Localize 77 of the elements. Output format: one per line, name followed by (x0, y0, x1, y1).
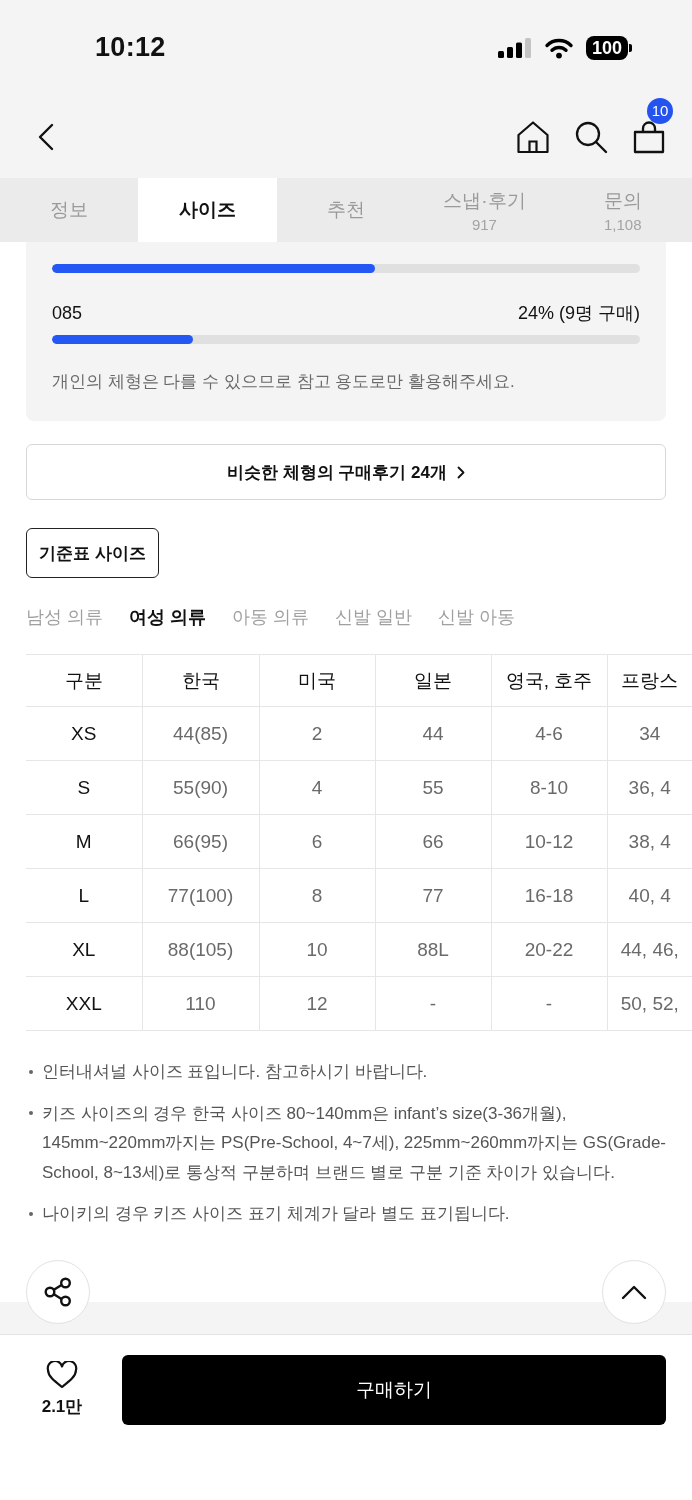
section-tab[interactable]: 추천 (276, 178, 416, 242)
cart-count-badge: 10 (647, 97, 673, 124)
column-header: 미국 (259, 654, 375, 707)
table-cell: 44 (375, 706, 491, 761)
like-button[interactable]: 2.1만 (26, 1355, 98, 1418)
size-row-header: S (26, 760, 142, 815)
purchase-share: 24% (9명 구매) (517, 302, 640, 325)
chevron-up-icon (621, 1284, 647, 1300)
table-cell: 12 (259, 976, 375, 1031)
table-cell: 20-22 (491, 922, 607, 977)
table-cell: 6 (259, 814, 375, 869)
category-tab[interactable]: 신발 아동 (438, 605, 516, 629)
table-cell: 77 (375, 868, 491, 923)
column-header: 일본 (375, 654, 491, 707)
column-header: 프랑스 (607, 654, 692, 707)
home-icon[interactable] (516, 119, 550, 154)
size-chart-button[interactable]: 기준표 사이즈 (26, 528, 159, 578)
chevron-right-icon (457, 465, 466, 479)
column-header: 구분 (26, 654, 142, 707)
size-row-header: XL (26, 922, 142, 977)
table-cell: 110 (142, 976, 259, 1031)
table-cell: 8 (259, 868, 375, 923)
table-cell: 36, 4 (607, 760, 692, 815)
table-cell: - (375, 976, 491, 1031)
column-header: 영국, 호주 (491, 654, 607, 707)
table-cell: 66 (375, 814, 491, 869)
table-cell: 88(105) (142, 922, 259, 977)
table-cell: 66(95) (142, 814, 259, 869)
note-text: 나이키의 경우 키즈 사이즈 표기 체계가 달라 별도 표기됩니다. (42, 1203, 510, 1225)
table-cell: 16-18 (491, 868, 607, 923)
similar-reviews-button[interactable]: 비슷한 체형의 구매후기 24개 (26, 444, 666, 500)
table-cell: 88L (375, 922, 491, 977)
size-row-header: XS (26, 706, 142, 761)
table-cell: 4-6 (491, 706, 607, 761)
section-tab[interactable]: 사이즈 (138, 178, 277, 242)
table-cell: 34 (607, 706, 692, 761)
table-cell: 44(85) (142, 706, 259, 761)
table-cell: 55 (375, 760, 491, 815)
table-cell: 4 (259, 760, 375, 815)
note-text: 인터내셔널 사이즈 표입니다. 참고하시기 바랍니다. (42, 1061, 428, 1083)
table-cell: 77(100) (142, 868, 259, 923)
section-tab[interactable]: 정보 (0, 178, 139, 242)
table-cell: 50, 52, (607, 976, 692, 1031)
table-cell: 10 (259, 922, 375, 977)
table-cell: 44, 46, (607, 922, 692, 977)
section-tab[interactable]: 문의 1,108 (553, 178, 692, 242)
category-tab[interactable]: 여성 의류 (129, 605, 207, 629)
bullet-icon (29, 1111, 33, 1115)
bullet-icon (29, 1069, 33, 1074)
wifi-icon (543, 36, 574, 59)
search-icon[interactable] (574, 119, 608, 154)
heart-icon (46, 1361, 78, 1389)
section-tab[interactable]: 스냅·후기 917 (415, 178, 554, 242)
back-icon[interactable] (37, 122, 55, 151)
signal-icon (497, 37, 532, 58)
size-label: 085 (52, 302, 83, 325)
column-header: 한국 (142, 654, 259, 707)
category-tab[interactable]: 아동 의류 (232, 605, 310, 629)
size-row-header: M (26, 814, 142, 869)
table-cell: - (491, 976, 607, 1031)
category-tab[interactable]: 남성 의류 (26, 605, 103, 629)
table-cell: 40, 4 (607, 868, 692, 923)
disclaimer-text: 개인의 체형은 다를 수 있으므로 참고 용도로만 활용해주세요. (52, 371, 516, 393)
table-cell: 8-10 (491, 760, 607, 815)
table-cell: 10-12 (491, 814, 607, 869)
table-cell: 55(90) (142, 760, 259, 815)
buy-button[interactable]: 구매하기 (122, 1355, 666, 1425)
size-row-header: L (26, 868, 142, 923)
shopping-bag-icon[interactable] (632, 119, 666, 154)
bullet-icon (29, 1211, 33, 1216)
table-cell: 2 (259, 706, 375, 761)
status-time: 10:12 (95, 32, 166, 63)
table-cell: 38, 4 (607, 814, 692, 869)
category-tab[interactable]: 신발 일반 (335, 605, 413, 629)
size-row-header: XXL (26, 976, 142, 1031)
note-text: 키즈 사이즈의 경우 한국 사이즈 80~140mm은 infant’s size(3-36개월), 145mm~220mm까지는 PS(Pre-School, 4~7세), 225mm~260mm까지는 GS(Grade-School, 8~13세)로 통상적 구분하며 브랜드 별로 구분 기준 차이가 있습니다. (42, 1102, 666, 1184)
share-icon (44, 1277, 72, 1307)
